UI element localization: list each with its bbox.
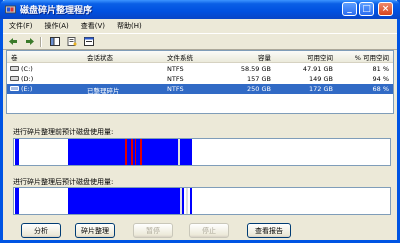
window-title: 磁盘碎片整理程序 — [20, 6, 93, 16]
volume-row-d[interactable]: (D:) NTFS 157 GB 149 GB 94 % — [7, 74, 393, 84]
volume-row-c[interactable]: (C:) NTFS 58.59 GB 47.91 GB 81 % — [7, 64, 393, 74]
console-tree-button[interactable] — [47, 36, 62, 48]
fragmented-segment — [135, 139, 136, 165]
used-segment — [190, 188, 192, 214]
col-session-status[interactable]: 会话状态 — [87, 52, 113, 62]
fragmented-segment — [131, 139, 133, 165]
title-bar[interactable]: 磁盘碎片整理程序 _ □ × — [0, 0, 400, 19]
menu-bar: 文件(F) 操作(A) 查看(V) 帮助(H) — [3, 19, 397, 33]
free-space: 172 GB — [309, 85, 333, 93]
minimize-button[interactable]: _ — [342, 2, 357, 16]
defragment-button[interactable]: 碎片整理 — [75, 223, 115, 238]
back-button[interactable] — [5, 36, 20, 48]
col-file-system[interactable]: 文件系统 — [167, 52, 193, 62]
col-free-space[interactable]: 可用空间 — [283, 52, 333, 62]
free-space: 47.91 GB — [302, 65, 333, 73]
file-system: NTFS — [167, 75, 184, 83]
session-status: 已整理碎片 — [87, 87, 120, 95]
percent-free: 94 % — [372, 75, 389, 83]
col-percent-free[interactable]: % 可用空间 — [337, 52, 389, 62]
used-segment — [120, 139, 178, 165]
percent-free: 81 % — [372, 65, 389, 73]
before-defrag-label: 进行碎片整理前预计磁盘使用量: — [13, 128, 114, 136]
fragmented-segment — [125, 139, 127, 165]
capacity: 250 GB — [247, 85, 271, 93]
properties-button[interactable] — [64, 36, 79, 48]
capacity: 58.59 GB — [240, 65, 271, 73]
view-report-button[interactable]: 查看报告 — [247, 223, 291, 238]
used-segment — [15, 139, 19, 165]
forward-arrow-icon — [25, 38, 34, 45]
menu-help[interactable]: 帮助(H) — [111, 21, 148, 31]
console-tree-icon — [49, 37, 60, 46]
free-space: 149 GB — [309, 75, 333, 83]
pause-button[interactable]: 暂停 — [133, 223, 173, 238]
column-header: 卷 会话状态 文件系统 容量 可用空间 % 可用空间 — [7, 51, 393, 63]
col-capacity[interactable]: 容量 — [235, 52, 271, 62]
back-arrow-icon — [8, 38, 17, 45]
capacity: 157 GB — [247, 75, 271, 83]
file-system: NTFS — [167, 85, 184, 93]
menu-action[interactable]: 操作(A) — [39, 21, 75, 31]
used-segment — [182, 188, 184, 214]
maximize-button[interactable]: □ — [359, 2, 374, 16]
before-defrag-usage-bar — [13, 138, 391, 166]
after-defrag-usage-bar — [13, 187, 391, 215]
percent-free: 68 % — [372, 85, 389, 93]
analyze-button[interactable]: 分析 — [21, 223, 61, 238]
file-system: NTFS — [167, 65, 184, 73]
defragmenter-window: 磁盘碎片整理程序 _ □ × 文件(F) 操作(A) 查看(V) 帮助(H) 卷… — [0, 0, 400, 243]
volume-list[interactable]: 卷 会话状态 文件系统 容量 可用空间 % 可用空间 (C:) NTFS 58.… — [6, 50, 394, 114]
drive-icon — [10, 86, 19, 91]
col-volume[interactable]: 卷 — [11, 52, 18, 62]
toolbar-separator — [40, 36, 42, 47]
close-button[interactable]: × — [378, 2, 393, 16]
drive-icon — [10, 76, 19, 81]
volume-row-e[interactable]: (E:) 已整理碎片 NTFS 250 GB 172 GB 68 % — [7, 84, 393, 95]
volume-name: (C:) — [21, 65, 33, 73]
stop-button[interactable]: 停止 — [189, 223, 229, 238]
used-segment — [15, 188, 19, 214]
system-segment — [186, 188, 188, 214]
drive-icon — [10, 66, 19, 71]
after-defrag-label: 进行碎片整理后预计磁盘使用量: — [13, 178, 114, 186]
volume-name: (E:) — [21, 85, 33, 93]
help-icon — [83, 37, 94, 46]
menu-file[interactable]: 文件(F) — [3, 21, 39, 31]
menu-view[interactable]: 查看(V) — [75, 21, 111, 31]
properties-icon — [67, 37, 76, 46]
fragmented-segment — [140, 139, 142, 165]
toolbar — [3, 33, 397, 50]
forward-button[interactable] — [22, 36, 37, 48]
help-button[interactable] — [81, 36, 96, 48]
defrag-app-icon — [5, 5, 16, 14]
volume-name: (D:) — [21, 75, 34, 83]
used-segment — [180, 139, 192, 165]
used-segment — [68, 139, 120, 165]
used-segment — [68, 188, 180, 214]
